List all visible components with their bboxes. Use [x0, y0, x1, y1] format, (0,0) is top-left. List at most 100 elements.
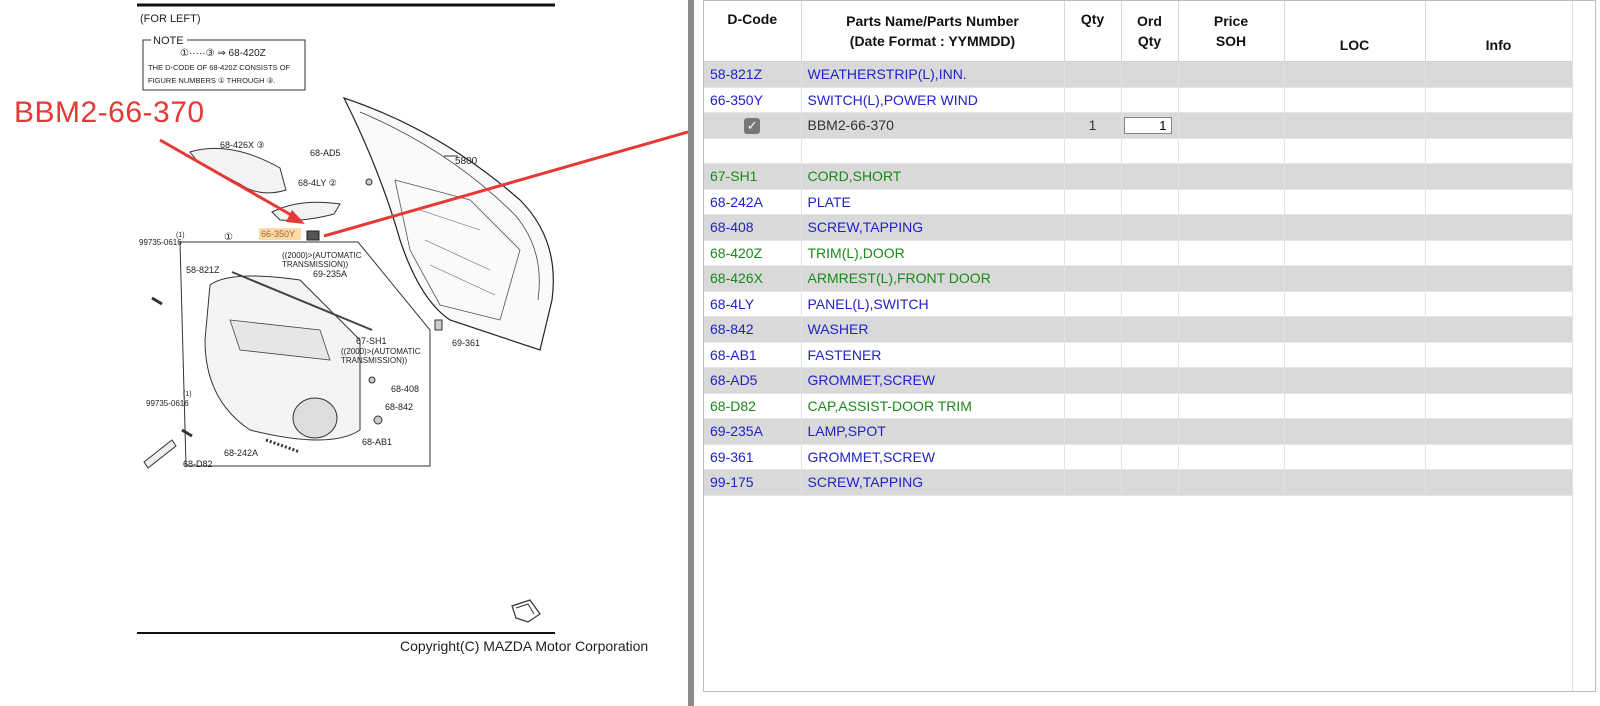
ord-qty-cell	[1121, 214, 1179, 241]
parts-name-cell[interactable]: GROMMET,SCREW	[801, 444, 1065, 470]
table-row[interactable]: 69-235A LAMP,SPOT	[704, 418, 1573, 445]
price-soh-cell	[1178, 112, 1285, 139]
loc-cell	[1284, 342, 1426, 368]
ord-qty-cell	[1121, 342, 1179, 368]
col-info[interactable]: Info	[1425, 1, 1573, 62]
table-row[interactable]: 66-350Y SWITCH(L),POWER WIND	[704, 87, 1573, 113]
label-66-350y: 66-350Y	[261, 229, 295, 239]
checkbox-checked-icon[interactable]: ✓	[744, 117, 761, 134]
dcode-cell[interactable]: 69-235A	[704, 418, 802, 445]
table-row[interactable]: 67-SH1 CORD,SHORT	[704, 163, 1573, 190]
dcode-cell[interactable]: 68-426X	[704, 265, 802, 292]
info-cell	[1425, 240, 1573, 266]
label-fig1: ①	[224, 232, 233, 243]
parts-name-cell[interactable]: WASHER	[801, 316, 1065, 343]
table-row[interactable]: 58-821Z WEATHERSTRIP(L),INN.	[704, 61, 1573, 88]
loc-cell	[1284, 367, 1426, 394]
dcode-cell[interactable]: 68-AD5	[704, 367, 802, 394]
info-cell	[1425, 342, 1573, 368]
ord-qty-cell	[1121, 418, 1179, 445]
dcode-cell[interactable]: 69-361	[704, 444, 802, 470]
table-scrollbar[interactable]	[1572, 1, 1595, 691]
table-row[interactable]: 68-AB1 FASTENER	[704, 342, 1573, 368]
table-row[interactable]: 99-175 SCREW,TAPPING	[704, 469, 1573, 496]
parts-name-cell[interactable]	[801, 138, 1065, 164]
col-price-soh[interactable]: Price SOH	[1178, 1, 1285, 62]
dcode-cell[interactable]: 99-175	[704, 469, 802, 496]
parts-name-cell[interactable]: BBM2-66-370	[801, 112, 1065, 139]
qty-cell	[1064, 418, 1122, 445]
power-window-switch-part	[306, 230, 320, 241]
parts-name-cell[interactable]: TRIM(L),DOOR	[801, 240, 1065, 266]
label-5800: 5800	[455, 156, 478, 167]
label-auto1: ((2000)>(AUTOMATIC	[282, 251, 362, 260]
dcode-cell[interactable]: 68-AB1	[704, 342, 802, 368]
col-qty[interactable]: Qty	[1064, 1, 1122, 62]
qty-cell	[1064, 61, 1122, 88]
parts-name-cell[interactable]: PLATE	[801, 189, 1065, 215]
table-row[interactable]: 69-361 GROMMET,SCREW	[704, 444, 1573, 470]
parts-name-cell[interactable]: LAMP,SPOT	[801, 418, 1065, 445]
dcode-cell[interactable]: 68-242A	[704, 189, 802, 215]
parts-name-cell[interactable]: CORD,SHORT	[801, 163, 1065, 190]
part-number-callout: BBM2-66-370	[14, 96, 205, 129]
dcode-cell[interactable]: 68-D82	[704, 393, 802, 419]
info-cell	[1425, 367, 1573, 394]
dcode-cell[interactable]: 68-420Z	[704, 240, 802, 266]
dcode-cell[interactable]: 66-350Y	[704, 87, 802, 113]
table-row[interactable]: 68-408 SCREW,TAPPING	[704, 214, 1573, 241]
price-soh-cell	[1178, 393, 1285, 419]
loc-cell	[1284, 469, 1426, 496]
price-soh-cell	[1178, 163, 1285, 190]
info-cell	[1425, 112, 1573, 139]
table-row[interactable]: 68-4LY PANEL(L),SWITCH	[704, 291, 1573, 317]
qty-cell	[1064, 469, 1122, 496]
label-68-ab1: 68-AB1	[362, 437, 392, 447]
next-page-icon	[511, 599, 541, 623]
parts-name-cell[interactable]: SCREW,TAPPING	[801, 214, 1065, 241]
table-row[interactable]: 68-D82 CAP,ASSIST-DOOR TRIM	[704, 393, 1573, 419]
parts-name-cell[interactable]: WEATHERSTRIP(L),INN.	[801, 61, 1065, 88]
ord-qty-cell	[1121, 138, 1179, 164]
info-cell	[1425, 444, 1573, 470]
table-row[interactable]: ✓ BBM2-66-370 1	[704, 112, 1573, 139]
parts-name-cell[interactable]: FASTENER	[801, 342, 1065, 368]
col-ord-qty[interactable]: Ord Qty	[1121, 1, 1179, 62]
row-checkbox-cell[interactable]: ✓	[704, 112, 802, 139]
col-loc[interactable]: LOC	[1284, 1, 1426, 62]
order-qty-input[interactable]	[1123, 116, 1172, 134]
label-auto1b: TRANSMISSION))	[282, 260, 349, 269]
info-cell	[1425, 214, 1573, 241]
price-soh-cell	[1178, 418, 1285, 445]
table-row[interactable]: 68-842 WASHER	[704, 316, 1573, 343]
table-row[interactable]: 68-420Z TRIM(L),DOOR	[704, 240, 1573, 266]
label-68-d82: 68-D82	[183, 459, 213, 469]
parts-name-cell[interactable]: CAP,ASSIST-DOOR TRIM	[801, 393, 1065, 419]
col-dcode[interactable]: D-Code	[704, 1, 802, 62]
parts-name-cell[interactable]: GROMMET,SCREW	[801, 367, 1065, 394]
info-cell	[1425, 87, 1573, 113]
speaker-grille	[292, 397, 338, 439]
dcode-cell[interactable]: 68-4LY	[704, 291, 802, 317]
pane-divider[interactable]	[688, 0, 694, 706]
dcode-cell[interactable]: 67-SH1	[704, 163, 802, 190]
dcode-cell[interactable]: 58-821Z	[704, 61, 802, 88]
table-row[interactable]: 68-AD5 GROMMET,SCREW	[704, 367, 1573, 394]
parts-name-cell[interactable]: SCREW,TAPPING	[801, 469, 1065, 496]
side-label: (FOR LEFT)	[140, 13, 201, 25]
table-row[interactable]: 68-242A PLATE	[704, 189, 1573, 215]
parts-name-cell[interactable]: ARMREST(L),FRONT DOOR	[801, 265, 1065, 292]
table-row[interactable]: 68-426X ARMREST(L),FRONT DOOR	[704, 265, 1573, 292]
parts-name-cell[interactable]: PANEL(L),SWITCH	[801, 291, 1065, 317]
dcode-cell[interactable]: 68-408	[704, 214, 802, 241]
loc-cell	[1284, 316, 1426, 343]
dcode-cell[interactable]	[704, 138, 802, 164]
ord-qty-cell	[1121, 367, 1179, 394]
dcode-cell[interactable]: 68-842	[704, 316, 802, 343]
price-soh-cell	[1178, 214, 1285, 241]
label-auto2: ((2000)>(AUTOMATIC	[341, 347, 421, 356]
table-row[interactable]	[704, 138, 1573, 164]
col-parts-name[interactable]: Parts Name/Parts Number (Date Format : YY…	[801, 1, 1065, 62]
parts-name-cell[interactable]: SWITCH(L),POWER WIND	[801, 87, 1065, 113]
price-soh-cell	[1178, 342, 1285, 368]
